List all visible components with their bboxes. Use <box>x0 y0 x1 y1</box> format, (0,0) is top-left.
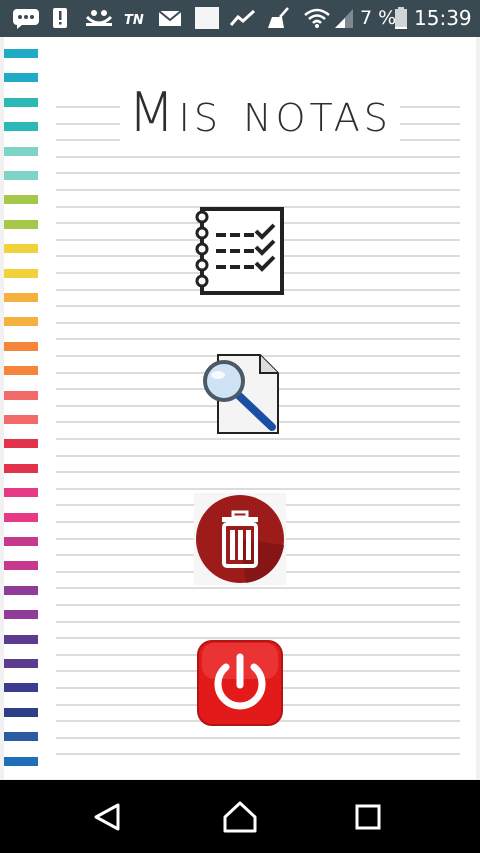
color-tab <box>4 293 38 302</box>
home-button[interactable] <box>215 799 265 835</box>
rule-line <box>56 189 460 191</box>
color-tab <box>4 49 38 58</box>
page-title-text: Mis notas <box>120 83 400 143</box>
exit-button[interactable] <box>196 639 284 727</box>
power-icon <box>197 640 283 726</box>
color-tab <box>4 756 38 766</box>
battery-icon <box>395 7 407 29</box>
color-tab <box>4 463 38 473</box>
rule-line <box>56 488 460 490</box>
delete-note-button[interactable] <box>194 493 286 585</box>
color-tabs <box>4 37 44 779</box>
home-icon <box>223 801 257 833</box>
rule-line <box>56 156 460 158</box>
color-tab <box>4 73 38 83</box>
color-tab <box>4 439 38 449</box>
color-tab <box>4 195 38 205</box>
battery-percent: 7 % <box>360 7 397 29</box>
color-tab <box>4 317 38 327</box>
rule-line <box>56 305 460 307</box>
navigation-bar <box>0 780 480 853</box>
recents-icon <box>355 804 381 830</box>
rule-line <box>56 753 460 755</box>
rule-line <box>56 737 460 739</box>
image-icon <box>195 7 219 29</box>
color-tab <box>4 488 38 498</box>
color-tab <box>4 561 38 571</box>
broom-icon <box>268 7 289 28</box>
color-tab <box>4 268 38 278</box>
wifi-icon <box>304 8 330 28</box>
back-icon <box>94 803 120 831</box>
alert-icon <box>53 8 67 28</box>
color-tab <box>4 171 38 180</box>
magnifier-document-icon <box>203 354 279 434</box>
color-tab <box>4 146 38 156</box>
trend-icon <box>230 9 256 26</box>
color-tab <box>4 732 38 742</box>
notes-list-button[interactable] <box>194 205 286 297</box>
notebook-page: Mis notas <box>4 37 476 779</box>
color-tab <box>4 219 38 229</box>
color-tab <box>4 366 38 376</box>
color-tab <box>4 585 38 595</box>
back-button[interactable] <box>82 799 132 835</box>
color-tab <box>4 390 38 400</box>
color-tab <box>4 683 38 693</box>
trash-icon <box>194 493 286 585</box>
status-bar: TN 7 % 15:39 <box>0 0 480 37</box>
signal-icon <box>335 9 353 28</box>
clock: 15:39 <box>414 6 472 30</box>
svg-text:TN: TN <box>124 13 144 28</box>
rule-line <box>56 322 460 324</box>
chat-icon <box>13 9 39 29</box>
color-tab <box>4 634 38 644</box>
rule-line <box>56 338 460 340</box>
color-tab <box>4 97 38 107</box>
rule-line <box>56 621 460 623</box>
rule-line <box>56 438 460 440</box>
tv-icon <box>85 10 113 26</box>
rule-line <box>56 604 460 606</box>
tn-icon: TN <box>124 13 144 28</box>
search-note-button[interactable] <box>198 351 284 437</box>
recents-button[interactable] <box>343 799 393 835</box>
color-tab <box>4 610 38 620</box>
rule-line <box>56 587 460 589</box>
mail-icon <box>158 10 182 26</box>
color-tab <box>4 122 38 132</box>
page-title: Mis notas <box>56 83 464 143</box>
rule-line <box>56 471 460 473</box>
rule-line <box>56 455 460 457</box>
color-tab <box>4 341 38 351</box>
rule-line <box>56 172 460 174</box>
color-tab <box>4 415 38 424</box>
color-tab <box>4 537 38 546</box>
color-tab <box>4 659 38 668</box>
color-tab <box>4 244 38 254</box>
color-tab <box>4 512 38 522</box>
color-tab <box>4 707 38 717</box>
checklist-icon <box>195 207 284 295</box>
